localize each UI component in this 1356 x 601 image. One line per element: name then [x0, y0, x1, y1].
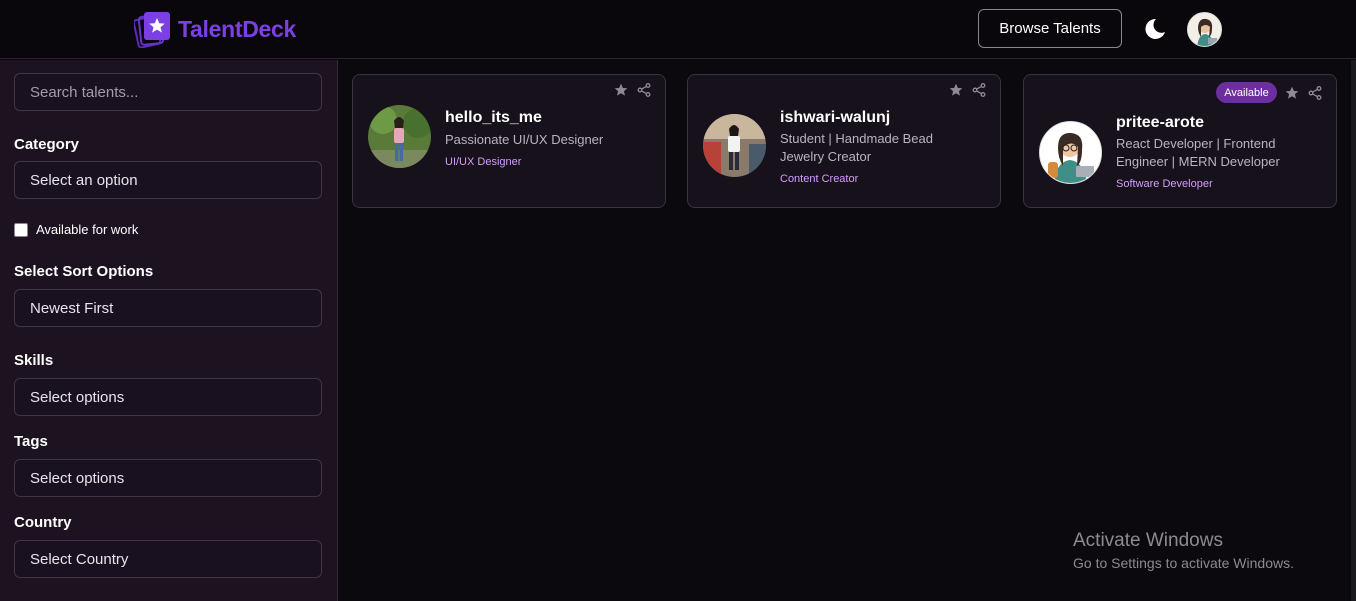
- watermark-subtitle: Go to Settings to activate Windows.: [1073, 555, 1294, 571]
- available-for-work-toggle[interactable]: Available for work: [14, 222, 138, 237]
- share-icon[interactable]: [1308, 86, 1322, 100]
- skills-select-value: Select options: [30, 388, 125, 406]
- available-checkbox[interactable]: [14, 222, 28, 237]
- talent-bio-line-2: Jewelry Creator: [780, 149, 872, 164]
- talent-bio-line-2: Engineer | MERN Developer: [1116, 154, 1280, 169]
- share-icon[interactable]: [972, 83, 986, 97]
- available-checkbox-label: Available for work: [36, 222, 139, 237]
- logo-text: TalentDeck: [178, 15, 297, 42]
- talent-bio-line-1: React Developer | Frontend: [1116, 136, 1276, 151]
- talent-name[interactable]: ishwari-walunj: [780, 109, 890, 127]
- logo-cards-star-icon: [132, 10, 174, 49]
- talent-avatar: [703, 114, 766, 177]
- sort-select-value: Newest First: [30, 299, 114, 317]
- talent-bio-line-1: Student | Handmade Bead: [780, 131, 933, 146]
- star-icon[interactable]: [949, 83, 963, 97]
- talent-avatar: [368, 105, 431, 168]
- skills-label: Skills: [14, 352, 54, 369]
- talent-name[interactable]: hello_its_me: [445, 109, 542, 127]
- share-icon[interactable]: [637, 83, 651, 97]
- activate-windows-watermark: Activate Windows Go to Settings to activ…: [1073, 530, 1294, 571]
- country-label: Country: [14, 514, 72, 531]
- watermark-title: Activate Windows: [1073, 530, 1223, 551]
- search-input[interactable]: Search talents...: [14, 73, 322, 111]
- scrollbar[interactable]: [1351, 60, 1356, 601]
- available-badge: Available: [1216, 82, 1277, 103]
- browse-talents-button[interactable]: Browse Talents: [978, 9, 1122, 48]
- sort-label: Select Sort Options: [14, 263, 154, 280]
- talent-category: Content Creator: [780, 173, 859, 185]
- star-icon[interactable]: [614, 83, 628, 97]
- search-placeholder: Search talents...: [30, 83, 139, 101]
- talent-avatar: [1039, 121, 1102, 184]
- talent-name[interactable]: pritee-arote: [1116, 114, 1204, 132]
- tags-label: Tags: [14, 433, 48, 450]
- star-icon[interactable]: [1285, 86, 1299, 100]
- talent-bio: Passionate UI/UX Designer: [445, 132, 604, 147]
- skills-select[interactable]: Select options: [14, 378, 322, 416]
- logo[interactable]: TalentDeck: [132, 10, 297, 49]
- talent-category: Software Developer: [1116, 178, 1213, 190]
- country-select[interactable]: Select Country: [14, 540, 322, 578]
- talent-card[interactable]: hello_its_me Passionate UI/UX Designer U…: [352, 74, 666, 208]
- tags-select-value: Select options: [30, 469, 125, 487]
- category-select[interactable]: Select an option: [14, 161, 322, 199]
- country-select-value: Select Country: [30, 550, 129, 568]
- sort-select[interactable]: Newest First: [14, 289, 322, 327]
- talent-category: UI/UX Designer: [445, 156, 522, 168]
- filter-sidebar: Search talents... Category Select an opt…: [0, 60, 338, 601]
- user-avatar[interactable]: [1187, 12, 1222, 47]
- top-header: TalentDeck Browse Talents: [0, 0, 1356, 59]
- category-select-value: Select an option: [30, 171, 138, 189]
- category-label: Category: [14, 136, 80, 153]
- talent-card[interactable]: Available pritee-arote React Developer |…: [1023, 74, 1337, 208]
- talent-card[interactable]: ishwari-walunj Student | Handmade Bead J…: [687, 74, 1001, 208]
- moon-icon[interactable]: [1141, 16, 1167, 42]
- tags-select[interactable]: Select options: [14, 459, 322, 497]
